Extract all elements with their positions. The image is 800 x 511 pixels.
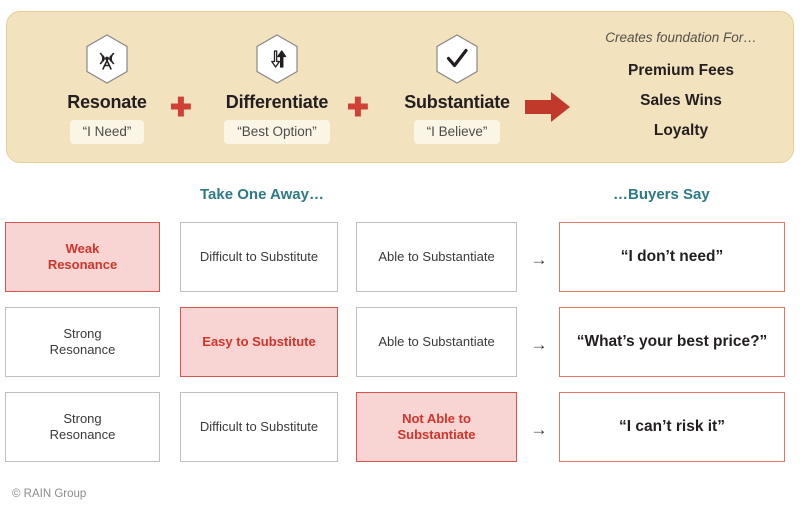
pillar-resonate: Resonate “I Need”: [27, 34, 187, 144]
value-proposition-banner: Resonate “I Need” ✚ Differentiate “Best …: [6, 11, 794, 163]
pillar-substantiate-icon-wrap: [377, 34, 537, 84]
plus-icon-2: ✚: [347, 92, 369, 122]
pillar-substantiate-title: Substantiate: [404, 92, 510, 112]
table-row-2-outcome-cell: “What’s your best price?”: [559, 307, 785, 377]
outcome-item: Premium Fees: [628, 62, 734, 79]
table-row-2-substitute-cell: Easy to Substitute: [180, 307, 338, 377]
table-row-3-substitute-cell: Difficult to Substitute: [180, 392, 338, 462]
pillar-differentiate-title: Differentiate: [225, 92, 329, 112]
pillar-differentiate: Differentiate “Best Option”: [197, 34, 357, 144]
pillar-differentiate-pill: “Best Option”: [224, 120, 330, 144]
outcomes-caption: Creates foundation For…: [605, 30, 757, 45]
row-arrow-icon: →: [530, 420, 548, 439]
copyright-footer: © RAIN Group: [12, 488, 87, 500]
table-row-2-substantiate-cell: Able to Substantiate: [356, 307, 517, 377]
pillar-resonate-icon-wrap: [27, 34, 187, 84]
pillar-differentiate-icon-wrap: [197, 34, 357, 84]
heading-buyers-say: …Buyers Say: [613, 186, 710, 203]
table-row-3-outcome-cell: “I can’t risk it”: [559, 392, 785, 462]
table-row-1-outcome-cell: “I don’t need”: [559, 222, 785, 292]
table-row-1-resonance-cell: Weak Resonance: [5, 222, 160, 292]
table-row-1-substitute-cell: Difficult to Substitute: [180, 222, 338, 292]
up-down-arrows-icon: [255, 34, 299, 84]
pillar-resonate-title: Resonate: [67, 92, 147, 112]
outcome-item: Loyalty: [653, 122, 709, 139]
outcome-item: Sales Wins: [640, 92, 722, 109]
row-arrow-icon: →: [530, 335, 548, 354]
table-row-1-substantiate-cell: Able to Substantiate: [356, 222, 517, 292]
right-arrow-icon: [525, 90, 571, 124]
row-arrow-icon: →: [530, 250, 548, 269]
pillar-substantiate-pill: “I Believe”: [413, 120, 501, 144]
heading-take-one-away: Take One Away…: [200, 186, 324, 203]
table-row-2-resonance-cell: Strong Resonance: [5, 307, 160, 377]
pillar-resonate-pill: “I Need”: [69, 120, 145, 144]
broadcast-tower-icon: [85, 34, 129, 84]
table-row-3-substantiate-cell: Not Able to Substantiate: [356, 392, 517, 462]
checkmark-icon: [435, 34, 479, 84]
outcomes-list: Creates foundation For… Premium Fees Sal…: [567, 30, 795, 140]
pillar-substantiate: Substantiate “I Believe”: [377, 34, 537, 144]
plus-icon-1: ✚: [170, 92, 192, 122]
table-row-3-resonance-cell: Strong Resonance: [5, 392, 160, 462]
